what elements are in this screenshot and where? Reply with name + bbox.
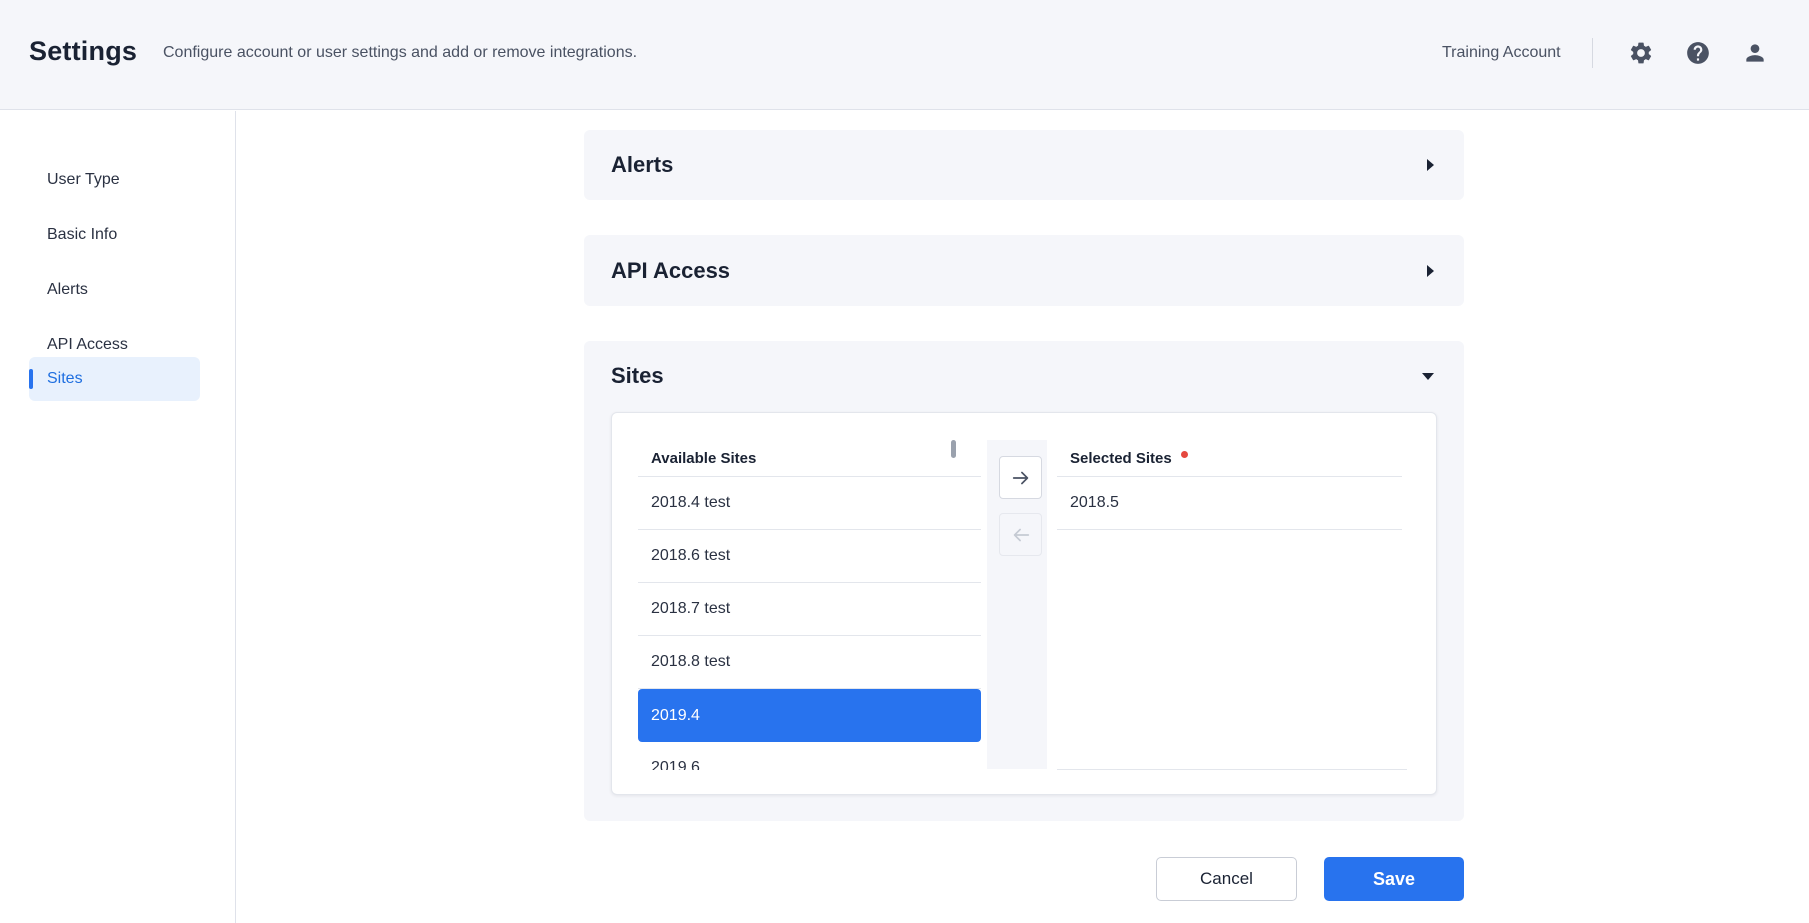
sidebar-item-basic-info[interactable]: Basic Info bbox=[29, 213, 200, 257]
header-divider bbox=[1592, 38, 1593, 68]
selected-sites-header: Selected Sites bbox=[1057, 440, 1402, 477]
sites-panel-header[interactable]: Sites bbox=[584, 341, 1464, 411]
api-access-panel-header[interactable]: API Access bbox=[584, 235, 1464, 306]
list-item[interactable]: 2019.6 bbox=[638, 742, 981, 770]
list-item[interactable]: 2018.5 bbox=[1057, 477, 1402, 530]
selected-sites-list[interactable]: Selected Sites 2018.5 bbox=[1057, 440, 1402, 770]
move-right-button[interactable] bbox=[999, 456, 1042, 499]
alerts-panel-header[interactable]: Alerts bbox=[584, 130, 1464, 200]
sites-panel: Sites Available Sites 2018.4 test 2018.6… bbox=[584, 341, 1464, 821]
sidebar-item-user-type[interactable]: User Type bbox=[29, 158, 200, 202]
transfer-controls bbox=[987, 440, 1047, 769]
caret-right-icon bbox=[1427, 159, 1434, 171]
gear-icon[interactable] bbox=[1628, 40, 1654, 66]
api-access-panel: API Access bbox=[584, 235, 1464, 306]
top-header: Settings Configure account or user setti… bbox=[0, 0, 1809, 110]
account-name[interactable]: Training Account bbox=[1442, 44, 1561, 62]
help-icon[interactable] bbox=[1685, 40, 1711, 66]
arrow-left-icon bbox=[1013, 528, 1029, 541]
alerts-panel: Alerts bbox=[584, 130, 1464, 200]
list-item[interactable]: 2018.6 test bbox=[638, 530, 981, 583]
available-sites-header: Available Sites bbox=[638, 440, 981, 477]
available-sites-list[interactable]: Available Sites 2018.4 test 2018.6 test … bbox=[638, 440, 981, 770]
arrow-right-icon bbox=[1012, 471, 1028, 484]
caret-down-icon bbox=[1422, 372, 1434, 380]
required-indicator bbox=[1180, 450, 1188, 458]
selected-sites-label: Selected Sites bbox=[1070, 449, 1172, 467]
save-button[interactable]: Save bbox=[1324, 857, 1464, 901]
list-bottom-divider bbox=[1057, 769, 1407, 770]
user-icon[interactable] bbox=[1742, 40, 1768, 66]
page-title: Settings bbox=[29, 36, 138, 66]
sidebar-item-sites[interactable]: Sites bbox=[29, 357, 200, 401]
alerts-panel-title: Alerts bbox=[611, 152, 674, 177]
sites-panel-title: Sites bbox=[611, 363, 664, 388]
sidebar-nav: User Type Basic Info Alerts API Access S… bbox=[0, 111, 236, 923]
list-item[interactable]: 2018.7 test bbox=[638, 583, 981, 636]
list-item[interactable]: 2018.8 test bbox=[638, 636, 981, 689]
cancel-button[interactable]: Cancel bbox=[1156, 857, 1297, 901]
list-item[interactable]: 2018.4 test bbox=[638, 477, 981, 530]
site-transfer-list: Available Sites 2018.4 test 2018.6 test … bbox=[611, 412, 1437, 795]
available-sites-scrollbar[interactable] bbox=[951, 440, 956, 458]
move-left-button[interactable] bbox=[999, 513, 1042, 556]
list-item-selected[interactable]: 2019.4 bbox=[638, 689, 981, 742]
caret-right-icon bbox=[1427, 264, 1434, 277]
page-subtitle: Configure account or user settings and a… bbox=[163, 44, 638, 61]
sidebar-item-alerts[interactable]: Alerts bbox=[29, 268, 200, 312]
api-access-panel-title: API Access bbox=[611, 257, 731, 283]
